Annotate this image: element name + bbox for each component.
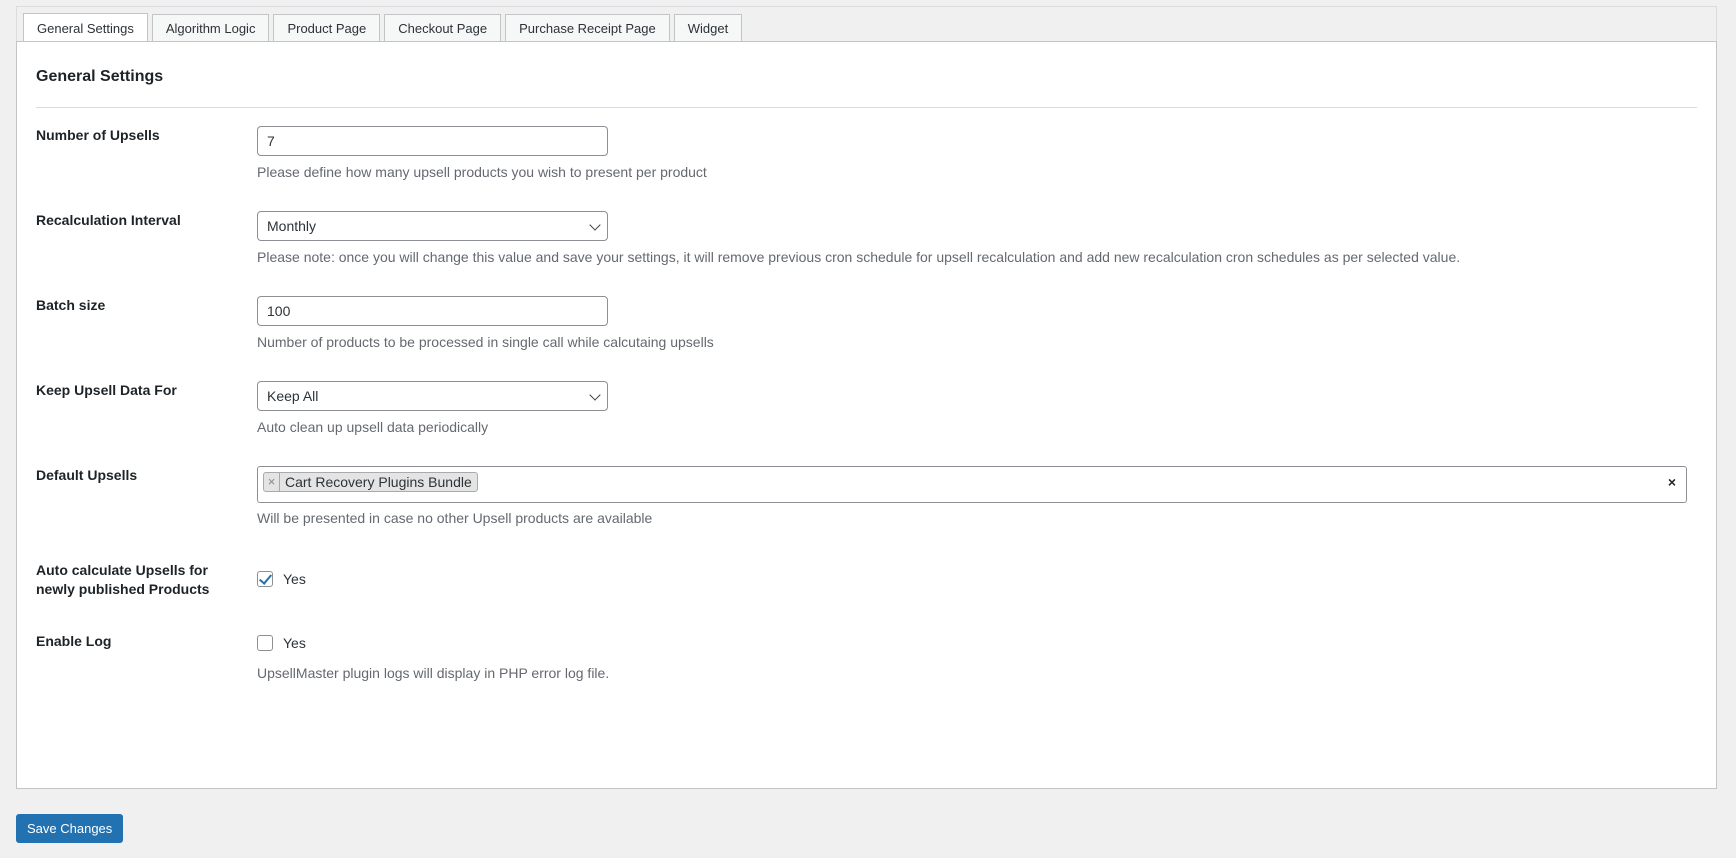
keep-upsell-data-select[interactable]: Keep All: [257, 381, 608, 411]
default-upsells-label: Default Upsells: [36, 467, 138, 483]
chevron-down-icon: [589, 219, 601, 231]
auto-calculate-label: Auto calculate Upsells for newly publish…: [36, 561, 236, 599]
auto-calculate-label-line1: Auto calculate Upsells for: [36, 562, 208, 578]
chip-label: Cart Recovery Plugins Bundle: [285, 474, 472, 490]
tab-purchase-receipt-page[interactable]: Purchase Receipt Page: [505, 14, 670, 41]
tab-product-page[interactable]: Product Page: [273, 14, 381, 41]
recalculation-interval-desc: Please note: once you will change this v…: [257, 249, 1461, 265]
settings-wrap: General Settings Algorithm Logic Product…: [16, 6, 1717, 789]
enable-log-option[interactable]: Yes: [257, 635, 1697, 651]
clear-selection-icon[interactable]: ×: [1668, 474, 1676, 490]
enable-log-yes: Yes: [283, 635, 306, 651]
batch-size-input[interactable]: 100: [257, 296, 608, 326]
tab-general-settings[interactable]: General Settings: [23, 13, 148, 42]
tab-algorithm-logic[interactable]: Algorithm Logic: [151, 14, 270, 41]
keep-upsell-data-label: Keep Upsell Data For: [36, 382, 177, 398]
batch-size-label: Batch size: [36, 297, 106, 313]
selected-product-chip: × Cart Recovery Plugins Bundle: [263, 472, 478, 492]
keep-upsell-data-desc: Auto clean up upsell data periodically: [257, 419, 489, 435]
panel-title: General Settings: [36, 68, 164, 85]
recalculation-interval-value: Monthly: [267, 218, 317, 234]
title-divider: [36, 107, 1697, 108]
recalculation-interval-select[interactable]: Monthly: [257, 211, 608, 241]
auto-calculate-option[interactable]: Yes: [257, 571, 1697, 587]
enable-log-label: Enable Log: [36, 633, 112, 649]
recalculation-interval-label: Recalculation Interval: [36, 212, 181, 228]
auto-calculate-label-line2: newly published Products: [36, 581, 210, 597]
auto-calculate-checkbox[interactable]: [257, 571, 273, 587]
remove-chip-icon[interactable]: ×: [264, 473, 280, 491]
tab-checkout-page[interactable]: Checkout Page: [384, 14, 502, 41]
auto-calculate-yes: Yes: [283, 571, 306, 587]
tab-widget[interactable]: Widget: [673, 14, 743, 41]
number-of-upsells-input[interactable]: 7: [257, 126, 608, 156]
number-of-upsells-label: Number of Upsells: [36, 127, 160, 143]
default-upsells-multiselect[interactable]: × Cart Recovery Plugins Bundle ×: [257, 466, 1687, 503]
number-of-upsells-desc: Please define how many upsell products y…: [257, 164, 707, 180]
settings-tabs: General Settings Algorithm Logic Product…: [16, 6, 1717, 42]
batch-size-desc: Number of products to be processed in si…: [257, 334, 714, 350]
save-changes-button[interactable]: Save Changes: [16, 814, 124, 843]
default-upsells-desc: Will be presented in case no other Upsel…: [257, 510, 653, 526]
settings-panel: General Settings Number of Upsells 7 Ple…: [16, 41, 1717, 789]
enable-log-checkbox[interactable]: [257, 635, 273, 651]
chevron-down-icon: [589, 389, 601, 401]
enable-log-desc: UpsellMaster plugin logs will display in…: [257, 665, 610, 681]
keep-upsell-data-value: Keep All: [267, 388, 319, 404]
